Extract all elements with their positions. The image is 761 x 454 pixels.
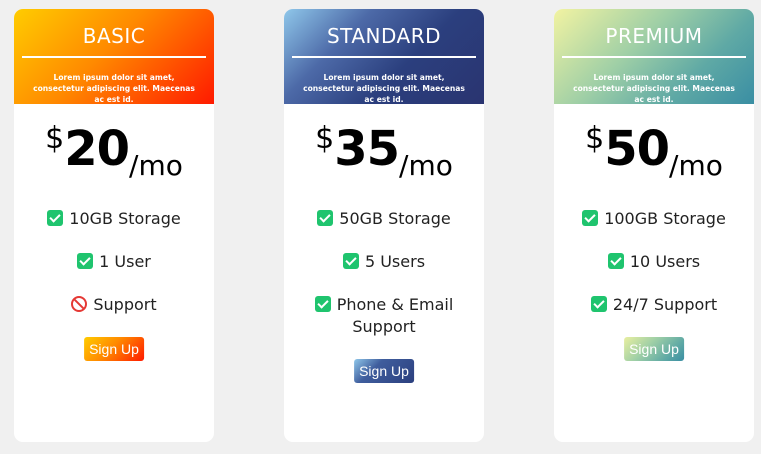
plan-header-premium: PREMIUM Lorem ipsum dolor sit amet, cons… [554, 9, 754, 104]
currency-symbol: $ [585, 121, 605, 156]
plan-header-standard: STANDARD Lorem ipsum dolor sit amet, con… [284, 9, 484, 104]
plan-card-standard: STANDARD Lorem ipsum dolor sit amet, con… [284, 9, 484, 442]
feature-item: 50GB Storage [284, 208, 484, 230]
feature-label: 50GB Storage [339, 209, 451, 228]
price-period: /mo [669, 149, 723, 182]
check-icon [47, 210, 64, 226]
feature-label: 10GB Storage [69, 209, 181, 228]
plan-header-basic: BASIC Lorem ipsum dolor sit amet, consec… [14, 9, 214, 104]
feature-label: 24/7 Support [612, 295, 718, 314]
plan-description: Lorem ipsum dolor sit amet, consectetur … [33, 73, 195, 104]
check-icon [607, 253, 624, 269]
feature-item: 100GB Storage [554, 208, 754, 230]
currency-symbol: $ [45, 121, 65, 156]
feature-label-continued: Support [352, 317, 416, 336]
plan-price: $20/mo [14, 121, 214, 182]
plan-title: PREMIUM [605, 24, 703, 48]
feature-label: 100GB Storage [604, 209, 726, 228]
check-icon [590, 296, 607, 312]
price-amount: 50 [604, 121, 670, 177]
sign-up-button[interactable]: Sign Up [84, 337, 144, 361]
price-period: /mo [129, 149, 183, 182]
check-icon [314, 296, 331, 312]
plan-title: STANDARD [326, 24, 442, 48]
feature-item: 1 User [14, 251, 214, 273]
no-entry-icon [71, 296, 88, 312]
header-divider [22, 56, 206, 58]
feature-item: 10GB Storage [14, 208, 214, 230]
feature-label: 5 Users [364, 252, 426, 271]
feature-item: Support [14, 294, 214, 316]
feature-label: 10 Users [629, 252, 701, 271]
plan-description: Lorem ipsum dolor sit amet, consectetur … [573, 73, 735, 104]
plan-title: BASIC [82, 24, 146, 48]
header-divider [562, 56, 746, 58]
plan-description: Lorem ipsum dolor sit amet, consectetur … [303, 73, 465, 104]
feature-item: 10 Users [554, 251, 754, 273]
feature-label: Phone & Email [336, 295, 454, 314]
price-period: /mo [399, 149, 453, 182]
currency-symbol: $ [315, 121, 335, 156]
feature-item: 5 Users [284, 251, 484, 273]
check-icon [77, 253, 94, 269]
header-divider [292, 56, 476, 58]
check-icon [317, 210, 334, 226]
plan-price: $50/mo [554, 121, 754, 182]
sign-up-button[interactable]: Sign Up [354, 359, 414, 383]
check-icon [342, 253, 359, 269]
price-amount: 20 [64, 121, 130, 177]
sign-up-button[interactable]: Sign Up [624, 337, 684, 361]
feature-item: 24/7 Support [554, 294, 754, 316]
plan-price: $35/mo [284, 121, 484, 182]
feature-label: Support [93, 295, 157, 314]
check-icon [582, 210, 599, 226]
price-amount: 35 [334, 121, 400, 177]
plan-card-basic: BASIC Lorem ipsum dolor sit amet, consec… [14, 9, 214, 442]
feature-label: 1 User [99, 252, 151, 271]
feature-item: Phone & Email Support [284, 294, 484, 338]
plan-card-premium: PREMIUM Lorem ipsum dolor sit amet, cons… [554, 9, 754, 442]
